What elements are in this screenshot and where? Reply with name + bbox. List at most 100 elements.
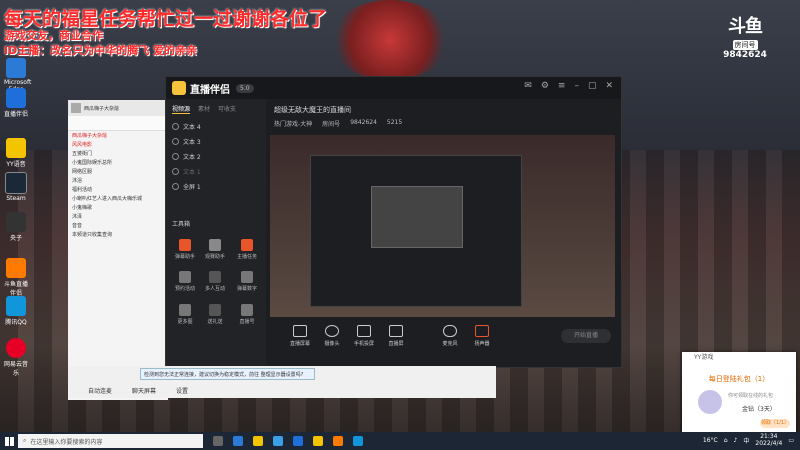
start-button[interactable] [0,432,18,450]
close-icon[interactable]: ✕ [605,81,613,91]
edge-taskbar-icon[interactable] [233,436,243,446]
source-item[interactable]: 文本 1 [166,164,266,179]
bottom-label: 扬声器 [474,341,490,347]
tool-danmu-num[interactable]: 弹幕数字 [232,271,262,292]
source-item[interactable]: 文本 3 [166,134,266,149]
douyu-taskbar-icon[interactable] [333,436,343,446]
settings-icon[interactable]: ⚙ [541,81,549,91]
tool-label: 送礼送 [207,319,223,325]
volume-icon[interactable]: ♪ [734,437,738,444]
stream-meta: 热门游戏-大神 房间号 9842624 5215 [274,119,402,128]
stream-category[interactable]: 热门游戏-大神 [274,119,312,128]
app-version-badge: 5.0 [236,83,254,93]
live-screen-button[interactable]: 直播屏 [382,325,410,347]
yy-client-window[interactable]: 西瓜嗨子大杂烩 西瓜嗨子大杂烩 风风电影 五婆街门 小鬼国际娱乐总所 网络区服 … [68,100,168,400]
list-item[interactable]: 五婆街门 [68,149,168,158]
tool-gift[interactable]: 送礼送 [200,304,230,325]
list-item[interactable]: 风风电影 [68,140,168,149]
speaker-button[interactable]: 扬声器 [468,325,496,347]
minimize-icon[interactable]: – [574,81,579,91]
desktop-icon-qq[interactable]: 腾讯QQ [4,296,28,326]
live-companion-window[interactable]: 直播伴侣 5.0 ✉ ⚙ ≡ – ▢ ✕ 视频源 素材 可收支 文本 4 文本 … [165,76,622,368]
visibility-icon[interactable] [172,183,179,190]
screen-capture-button[interactable]: 直播屏幕 [286,325,314,347]
stream-title[interactable]: 超级无敌大魔王的直播间 [274,105,351,115]
source-item[interactable]: 全屏 1 [166,179,266,194]
chat-screen-button[interactable]: 聊天屏幕 [132,386,156,395]
desktop-icon-companion[interactable]: 直播伴侣 [4,88,28,118]
list-item[interactable]: 音音 [68,221,168,230]
tool-label: 直播号 [239,319,255,325]
popup-header-label: YY游戏 [694,354,714,361]
sources-pane: 视频源 素材 可收支 文本 4 文本 3 文本 2 文本 1 全屏 1 工具箱 … [166,99,266,367]
popup-header: YY游戏 [682,352,796,366]
companion-taskbar-icon[interactable] [293,436,303,446]
popup-title: 每日登陆礼包（1） [708,375,770,383]
microphone-button[interactable]: 麦克风 [436,325,464,347]
wallpaper-character [330,0,450,80]
desktop-icon-label: 央子 [9,235,22,242]
menu-icon[interactable]: ≡ [558,81,566,91]
visibility-icon[interactable] [172,138,179,145]
connection-notice[interactable]: 检测到您无法正常连接，建议切换为稳定模式，前往 整理显示器设置吗? [140,368,315,380]
tab-income[interactable]: 可收支 [218,104,236,114]
chat-settings-button[interactable]: 设置 [176,386,188,395]
qq-taskbar-icon[interactable] [353,436,363,446]
desktop-icon-folder[interactable]: 央子 [4,212,28,242]
list-item[interactable]: 小喇叭红艺人进入西瓜大嗨乐城 [68,194,168,203]
notification-icon[interactable]: ▭ [788,437,794,444]
tool-live[interactable]: 直播号 [232,304,262,325]
clock[interactable]: 21:34 2022/4/4 [755,433,782,447]
visibility-icon[interactable] [172,168,179,175]
camera-button[interactable]: 摄像头 [318,325,346,347]
taskbar-search[interactable]: ⌕ 在这里输入你要搜索的内容 [18,434,203,448]
source-item[interactable]: 文本 2 [166,149,266,164]
desktop-icon-yy[interactable]: YY语音 [4,138,28,168]
source-item[interactable]: 文本 4 [166,119,266,134]
claim-button[interactable]: 领取（1/1） [760,419,790,428]
temperature[interactable]: 16°C [703,437,718,444]
list-item[interactable]: 沐泽 [68,212,168,221]
visibility-icon[interactable] [172,123,179,130]
store-taskbar-icon[interactable] [273,436,283,446]
phone-cast-button[interactable]: 手机投屏 [350,325,378,347]
tab-sources[interactable]: 视频源 [172,104,191,114]
bottom-label: 直播屏幕 [289,341,310,347]
desktop-icon-steam[interactable]: Steam [4,172,28,202]
search-placeholder: 在这里输入你要搜索的内容 [30,438,103,446]
tool-more[interactable]: 更多图 [170,304,200,325]
network-icon[interactable]: ⌂ [724,437,728,444]
go-live-button[interactable]: 开始直播 [561,329,611,343]
task-view-icon[interactable] [213,436,223,446]
list-item[interactable]: 沐浴 [68,176,168,185]
maximize-icon[interactable]: ▢ [588,81,597,91]
list-item[interactable]: 小鬼国际娱乐总所 [68,158,168,167]
list-item[interactable]: 小鬼嗨歌 [68,203,168,212]
tool-danmu[interactable]: 弹幕助手 [170,239,200,260]
stream-preview[interactable] [270,135,615,317]
message-icon[interactable]: ✉ [524,81,532,91]
visibility-icon[interactable] [172,153,179,160]
room-number: 9842624 [350,119,377,126]
auto-mic-button[interactable]: 自动连麦 [88,386,112,395]
list-item[interactable]: 网络区服 [68,167,168,176]
yy-taskbar-icon[interactable] [313,436,323,446]
tool-multi[interactable]: 多人互动 [200,271,230,292]
desktop-icon-douyu[interactable]: 斗鱼直播伴侣 [4,258,28,297]
tab-materials[interactable]: 素材 [198,104,210,114]
tool-label: 预约活动 [174,286,195,292]
taskbar: ⌕ 在这里输入你要搜索的内容 16°C ⌂ ♪ 中 21:34 2022/4/4… [0,432,800,450]
tool-watch[interactable]: 观赛助手 [200,239,230,260]
app-titlebar[interactable]: 直播伴侣 5.0 ✉ ⚙ ≡ – ▢ ✕ [166,77,621,99]
explorer-taskbar-icon[interactable] [253,436,263,446]
douyu-icon [6,258,26,278]
list-item[interactable]: 福利活动 [68,185,168,194]
list-item[interactable]: 本频道只收集查询 [68,230,168,239]
overlay-caption-3: ID主播：改名只为中华的腾飞 爱的亲亲 [4,44,198,57]
ime-indicator[interactable]: 中 [743,436,749,445]
desktop-icon-netease[interactable]: 网易云音乐 [4,338,28,377]
tool-task[interactable]: 主播任务 [232,239,262,260]
daily-gift-popup[interactable]: YY游戏 每日登陆礼包（1） 你可领取在线的礼包 金钻（3天） 领取（1/1） [682,352,796,432]
list-item[interactable]: 西瓜嗨子大杂烩 [68,131,168,140]
tool-reserve[interactable]: 预约活动 [170,271,200,292]
